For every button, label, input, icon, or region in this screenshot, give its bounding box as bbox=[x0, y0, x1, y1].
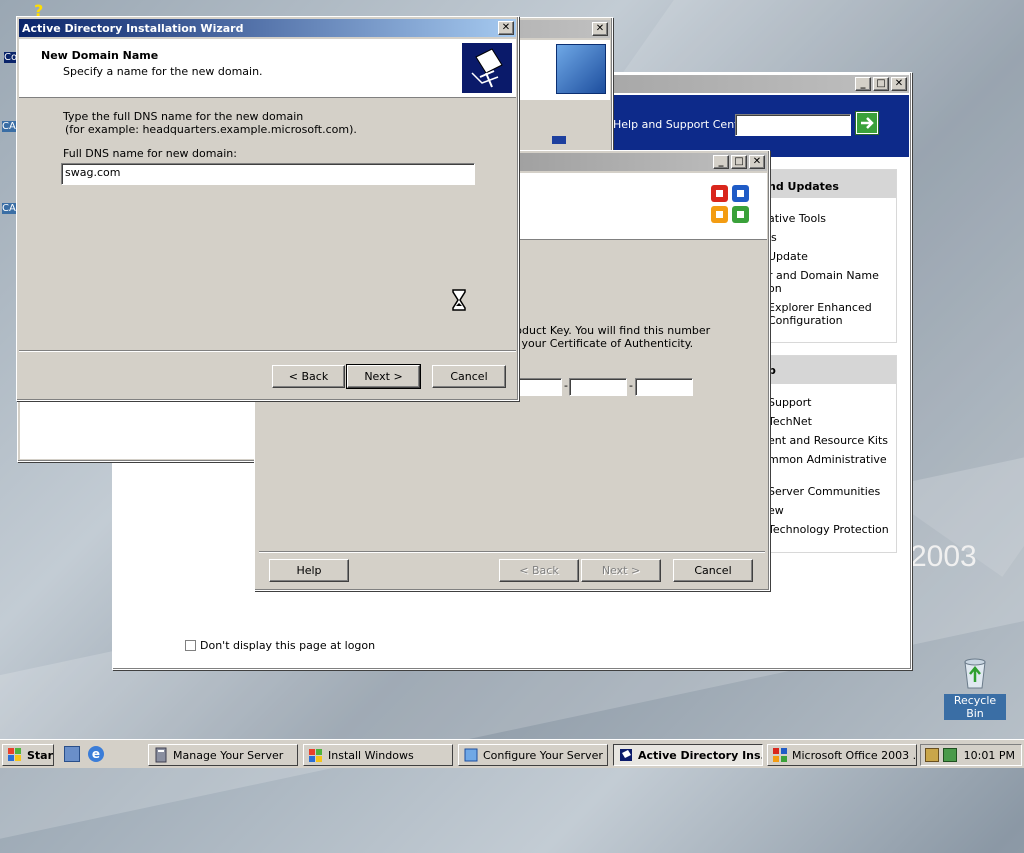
dns-name-input[interactable]: swag.com bbox=[61, 163, 475, 185]
product-key-field[interactable] bbox=[569, 378, 627, 396]
server-icon bbox=[556, 44, 606, 94]
brand-year-text: 2003 bbox=[910, 540, 977, 573]
search-go-button[interactable] bbox=[855, 111, 879, 135]
server-icon bbox=[155, 747, 167, 763]
taskbar-item-manage-server[interactable]: Manage Your Server bbox=[148, 744, 298, 766]
section-header: nd Updates bbox=[754, 170, 896, 198]
footer-divider bbox=[259, 551, 765, 553]
configure-body bbox=[20, 398, 256, 459]
wizard-header-subtitle: Specify a name for the new domain. bbox=[63, 65, 263, 78]
arrow-right-icon bbox=[857, 113, 877, 133]
panel-link[interactable]: Server Communities bbox=[768, 485, 880, 498]
minimize-button[interactable]: _ bbox=[855, 77, 871, 91]
instruction-text: (for example: headquarters.example.micro… bbox=[65, 123, 357, 136]
help-search-input[interactable] bbox=[735, 114, 851, 136]
wizard-header: New Domain Name Specify a name for the n… bbox=[19, 39, 516, 98]
maximize-button[interactable]: □ bbox=[873, 77, 889, 91]
ad-wizard-window: Active Directory Installation Wizard ✕ N… bbox=[16, 16, 519, 401]
windows-logo-icon bbox=[8, 748, 21, 761]
back-button[interactable]: < Back bbox=[499, 559, 579, 582]
panel-link[interactable]: TechNet bbox=[768, 415, 812, 428]
recycle-bin-label: Recycle Bin bbox=[944, 694, 1006, 720]
help-support-label: Help and Support Center bbox=[613, 118, 750, 131]
panel-link[interactable]: Update bbox=[768, 250, 808, 263]
tray-network-icon[interactable] bbox=[943, 748, 957, 762]
right-panel-2: p Support TechNet ent and Resource Kits … bbox=[753, 355, 897, 553]
cancel-button[interactable]: Cancel bbox=[673, 559, 753, 582]
office-logo-icon bbox=[711, 185, 749, 223]
cancel-button[interactable]: Cancel bbox=[432, 365, 506, 388]
next-button[interactable]: Next > bbox=[346, 364, 421, 389]
taskbar-item-ad-wizard[interactable]: Active Directory Ins... bbox=[613, 744, 763, 766]
configure-icon bbox=[464, 748, 478, 762]
back-button[interactable]: < Back bbox=[272, 365, 345, 388]
window-title: Active Directory Installation Wizard bbox=[22, 21, 244, 35]
quick-launch: e bbox=[64, 746, 104, 766]
help-button[interactable]: Help bbox=[269, 559, 349, 582]
minimize-button[interactable]: _ bbox=[713, 155, 729, 169]
panel-link[interactable]: ative Tools bbox=[768, 212, 826, 225]
right-panel-1: nd Updates ative Tools ls Update r and D… bbox=[753, 169, 897, 343]
tray-tools-icon[interactable] bbox=[925, 748, 939, 762]
start-label: Start bbox=[27, 748, 54, 762]
close-button[interactable]: ✕ bbox=[498, 21, 514, 35]
dns-field-label: Full DNS name for new domain: bbox=[63, 147, 237, 160]
panel-link[interactable]: Support bbox=[768, 396, 811, 409]
clock[interactable]: 10:01 PM bbox=[964, 749, 1015, 762]
instruction-text: Type the full DNS name for the new domai… bbox=[63, 110, 304, 123]
desktop-icon-label[interactable]: CA bbox=[2, 121, 16, 132]
panel-link[interactable]: Explorer Enhanced bbox=[768, 301, 872, 314]
maximize-button[interactable]: □ bbox=[731, 155, 747, 169]
panel-link[interactable]: ew bbox=[768, 504, 784, 517]
panel-link[interactable]: ent and Resource Kits bbox=[768, 434, 888, 447]
ad-wizard-icon bbox=[462, 43, 512, 93]
progress-marker bbox=[552, 136, 566, 144]
recycle-bin[interactable]: Recycle Bin bbox=[944, 656, 1006, 720]
panel-link[interactable]: mmon Administrative bbox=[768, 453, 887, 466]
dont-display-checkbox[interactable] bbox=[185, 640, 196, 651]
system-tray: 10:01 PM bbox=[920, 744, 1022, 766]
windows-flag-icon bbox=[309, 749, 322, 762]
product-key-field[interactable] bbox=[635, 378, 693, 396]
close-button[interactable]: ✕ bbox=[891, 77, 907, 91]
office-icon bbox=[773, 748, 787, 762]
dont-display-label: Don't display this page at logon bbox=[200, 639, 376, 652]
key-separator: - bbox=[564, 379, 568, 392]
taskbar-item-install-windows[interactable]: Install Windows bbox=[303, 744, 453, 766]
taskbar: Start e Manage Your Server Install Windo… bbox=[0, 739, 1024, 768]
taskbar-item-configure-server[interactable]: Configure Your Server ... bbox=[458, 744, 608, 766]
internet-explorer-icon[interactable]: e bbox=[88, 746, 104, 762]
panel-link[interactable]: on bbox=[768, 282, 782, 295]
wizard-header-title: New Domain Name bbox=[41, 49, 159, 62]
footer-divider bbox=[19, 350, 516, 352]
start-button[interactable]: Start bbox=[2, 744, 54, 766]
panel-link[interactable]: Technology Protection bbox=[768, 523, 889, 536]
ad-wizard-titlebar: Active Directory Installation Wizard ✕ bbox=[19, 19, 516, 37]
panel-link[interactable]: r and Domain Name bbox=[768, 269, 879, 282]
taskbar-item-office-setup[interactable]: Microsoft Office 2003 ... bbox=[767, 744, 917, 766]
ad-wizard-icon bbox=[620, 749, 632, 761]
section-header: p bbox=[754, 356, 896, 384]
key-separator: - bbox=[629, 379, 633, 392]
close-button[interactable]: ✕ bbox=[749, 155, 765, 169]
panel-link[interactable]: Configuration bbox=[768, 314, 843, 327]
desktop-icon-label[interactable]: CA bbox=[2, 203, 16, 214]
hourglass-cursor-icon bbox=[451, 289, 467, 311]
recycle-bin-icon bbox=[964, 658, 986, 689]
show-desktop-icon[interactable] bbox=[64, 746, 80, 762]
next-button[interactable]: Next > bbox=[581, 559, 661, 582]
product-key-instructions: n your Certificate of Authenticity. bbox=[511, 337, 694, 350]
close-button[interactable]: ✕ bbox=[592, 22, 608, 36]
product-key-instructions: roduct Key. You will find this number bbox=[511, 324, 711, 337]
